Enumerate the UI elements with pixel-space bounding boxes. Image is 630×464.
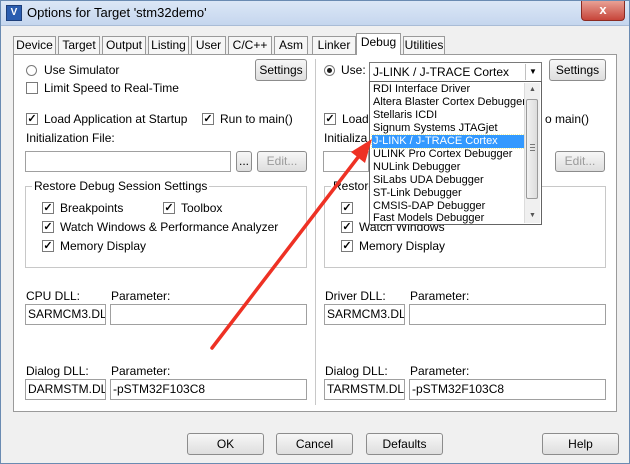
arrow-head xyxy=(351,139,372,163)
arrow-shaft xyxy=(210,154,361,350)
annotation-arrow xyxy=(210,139,372,350)
options-dialog: V Options for Target 'stm32demo' x Devic… xyxy=(0,0,630,464)
